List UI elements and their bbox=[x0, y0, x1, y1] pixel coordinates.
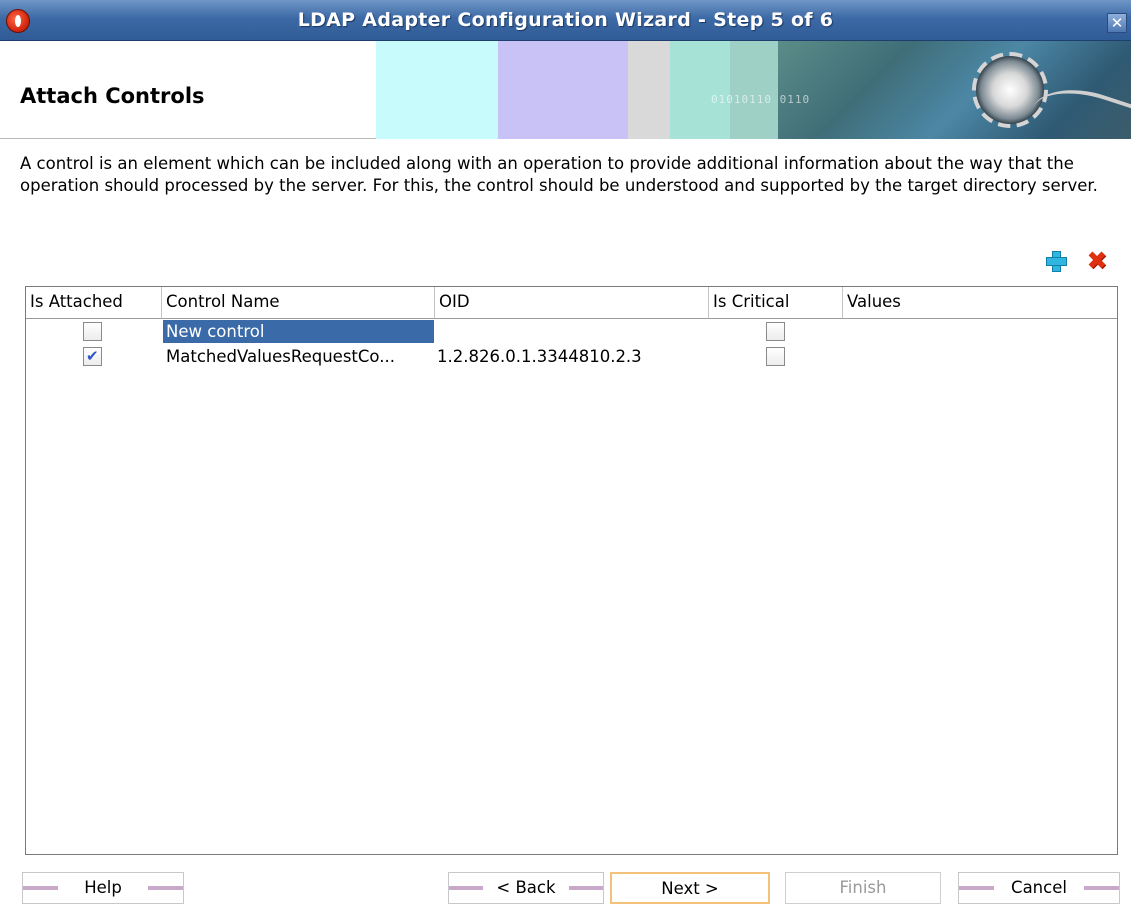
close-button[interactable]: ✕ bbox=[1107, 13, 1127, 33]
delete-control-icon[interactable]: ✖ bbox=[1084, 248, 1110, 274]
is-critical-checkbox[interactable] bbox=[766, 322, 785, 341]
finish-button[interactable]: Finish bbox=[785, 872, 941, 904]
step-description: A control is an element which can be inc… bbox=[20, 154, 1098, 195]
back-button-label: < Back bbox=[496, 878, 556, 897]
is-attached-checkbox[interactable]: ✔ bbox=[83, 347, 102, 366]
column-header-control-name[interactable]: Control Name bbox=[162, 287, 435, 319]
oid-cell[interactable] bbox=[440, 319, 708, 344]
is-attached-checkbox[interactable] bbox=[83, 322, 102, 341]
values-cell[interactable] bbox=[848, 344, 1116, 369]
table-row[interactable]: ✔ MatchedValuesRequestCo... 1.2.826.0.1.… bbox=[26, 344, 1117, 369]
add-control-icon[interactable] bbox=[1046, 251, 1067, 272]
oid-cell[interactable]: 1.2.826.0.1.3344810.2.3 bbox=[437, 344, 709, 369]
next-button-label: Next > bbox=[661, 879, 719, 898]
window-title: LDAP Adapter Configuration Wizard - Step… bbox=[297, 9, 834, 31]
column-header-is-attached[interactable]: Is Attached bbox=[26, 287, 162, 319]
checkmark-icon: ✔ bbox=[86, 347, 99, 365]
is-critical-checkbox[interactable] bbox=[766, 347, 785, 366]
cancel-button-label: Cancel bbox=[1011, 878, 1067, 897]
banner-binary-text: 01010110 0110 bbox=[711, 93, 811, 106]
page-title: Attach Controls bbox=[20, 84, 205, 108]
cancel-button[interactable]: Cancel bbox=[958, 872, 1120, 904]
back-button[interactable]: < Back bbox=[448, 872, 604, 904]
column-header-oid[interactable]: OID bbox=[435, 287, 709, 319]
help-button[interactable]: Help bbox=[22, 872, 184, 904]
column-header-values[interactable]: Values bbox=[843, 287, 1117, 319]
help-button-label: Help bbox=[84, 878, 122, 897]
next-button[interactable]: Next > bbox=[610, 872, 770, 904]
control-name-cell[interactable]: New control bbox=[163, 320, 434, 343]
banner-image: 01010110 0110 bbox=[376, 41, 1131, 139]
title-bar: LDAP Adapter Configuration Wizard - Step… bbox=[0, 0, 1131, 41]
control-name-cell[interactable]: MatchedValuesRequestCo... bbox=[166, 344, 436, 369]
controls-table[interactable]: Is Attached Control Name OID Is Critical… bbox=[25, 286, 1118, 855]
column-header-is-critical[interactable]: Is Critical bbox=[709, 287, 843, 319]
values-cell[interactable] bbox=[848, 319, 1116, 344]
wizard-header: Attach Controls 01010110 0110 bbox=[0, 41, 1131, 139]
table-row[interactable]: New control bbox=[26, 319, 1117, 344]
finish-button-label: Finish bbox=[839, 878, 887, 897]
